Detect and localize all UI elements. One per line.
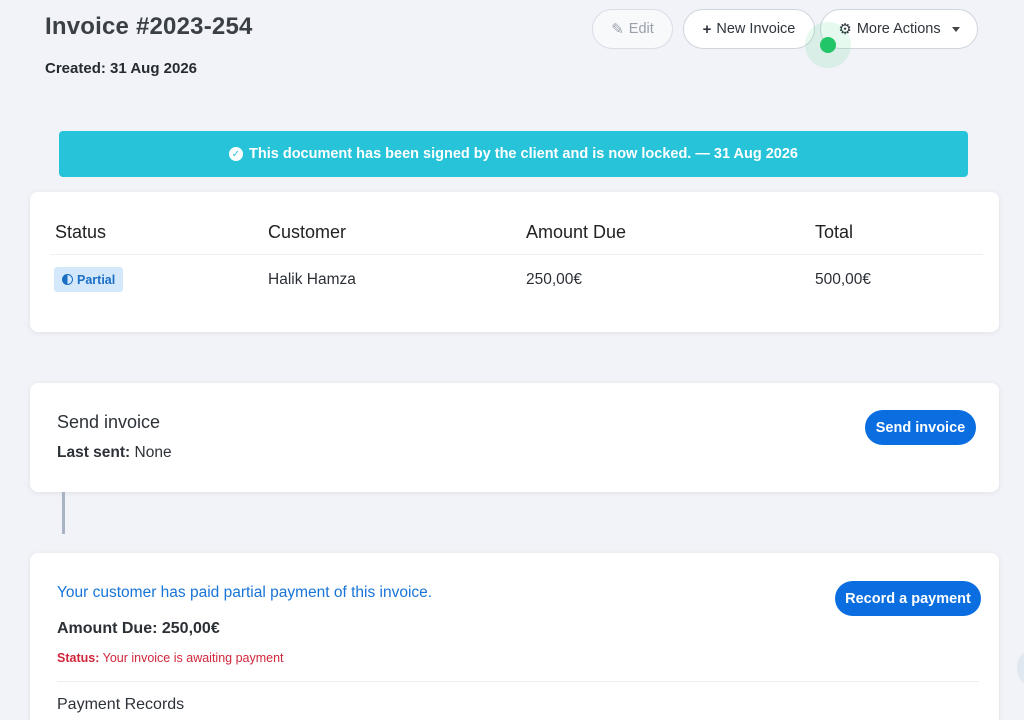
locked-alert: ✓ This document has been signed by the c… [59, 131, 968, 177]
caret-down-icon [951, 26, 960, 32]
send-invoice-button[interactable]: Send invoice [865, 410, 976, 445]
new-invoice-button[interactable]: + New Invoice [683, 9, 815, 49]
cursor-indicator [820, 37, 836, 53]
status-badge-label: Partial [77, 272, 116, 287]
help-widget[interactable] [1017, 650, 1024, 686]
edit-label: Edit [628, 21, 654, 37]
payment-status: Status: Your invoice is awaiting payment [57, 651, 284, 665]
header-toolbar: ✎ Edit + New Invoice ⚙ More Actions [0, 9, 1024, 51]
payment-records-title: Payment Records [57, 696, 185, 713]
more-actions-label: More Actions [856, 21, 941, 37]
invoice-summary-card: Status Customer Amount Due Total Partial… [30, 192, 999, 332]
status-header: Status [55, 222, 107, 242]
last-sent-value: None [134, 444, 172, 461]
status-badge: Partial [54, 267, 124, 292]
payment-status-text: Your invoice is awaiting payment [102, 651, 284, 665]
last-sent: Last sent: None [57, 444, 172, 462]
pencil-icon: ✎ [611, 20, 624, 38]
last-sent-label: Last sent: [57, 444, 131, 461]
created-value: 31 Aug 2026 [110, 60, 198, 77]
total-value: 500,00€ [815, 271, 872, 288]
amount-due-header: Amount Due [526, 222, 627, 242]
payment-card: Your customer has paid partial payment o… [30, 553, 999, 720]
send-invoice-title: Send invoice [57, 412, 161, 432]
alert-text: This document has been signed by the cli… [249, 146, 798, 162]
timeline-connector [62, 492, 65, 534]
record-payment-button[interactable]: Record a payment [835, 581, 981, 616]
edit-button[interactable]: ✎ Edit [592, 9, 673, 49]
payment-amount-due: Amount Due: 250,00€ [57, 620, 220, 637]
partial-payment-message: Your customer has paid partial payment o… [57, 584, 433, 601]
total-header: Total [815, 222, 854, 242]
send-invoice-card: Send invoice Last sent: None Send invoic… [30, 383, 999, 492]
created-label: Created: [45, 60, 106, 77]
payment-divider [57, 681, 979, 682]
customer-name: Halik Hamza [268, 271, 356, 288]
customer-header: Customer [268, 222, 347, 242]
half-circle-icon [62, 274, 73, 285]
payment-status-label: Status: [57, 651, 100, 665]
check-circle-icon: ✓ [229, 147, 243, 161]
amount-due-value: 250,00€ [526, 271, 583, 288]
plus-icon: + [702, 20, 712, 38]
summary-divider [50, 254, 983, 255]
created-date: Created: 31 Aug 2026 [45, 60, 197, 77]
new-invoice-label: New Invoice [716, 21, 796, 37]
